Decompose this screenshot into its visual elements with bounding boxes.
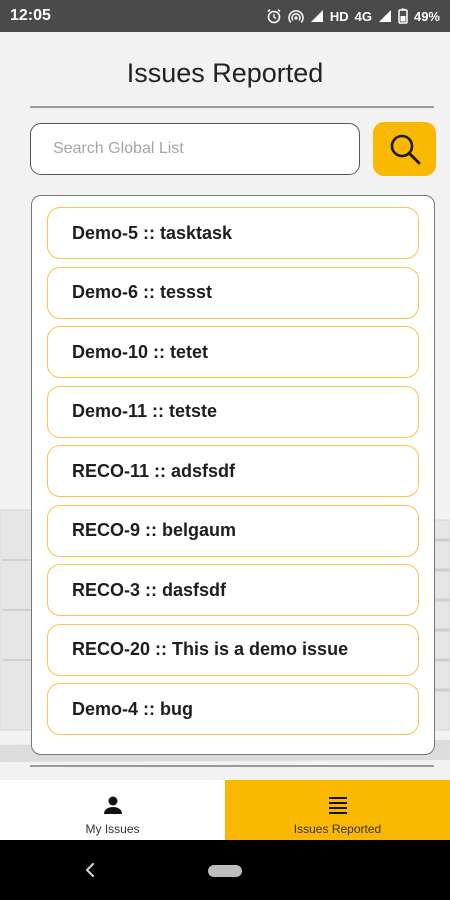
search-input[interactable] [30, 123, 360, 175]
issue-item[interactable]: Demo-4 :: bug [47, 683, 419, 735]
issues-panel: Demo-5 :: tasktask Demo-6 :: tessst Demo… [31, 195, 435, 755]
issue-item[interactable]: Demo-6 :: tessst [47, 266, 419, 319]
tab-my-issues-label: My Issues [85, 822, 140, 836]
tab-issues-reported-label: Issues Reported [293, 822, 382, 836]
issue-item[interactable]: Demo-5 :: tasktask [47, 207, 419, 259]
signal-icon-2 [378, 10, 391, 22]
hotspot-icon [288, 10, 304, 24]
battery-icon [398, 8, 408, 24]
search-icon [390, 134, 420, 165]
bottom-divider [30, 765, 434, 767]
issue-item[interactable]: RECO-11 :: adsfsdf [47, 445, 419, 497]
network-label: HD [329, 8, 349, 24]
bottom-nav: My Issues Issues Reported [0, 780, 450, 840]
back-icon [85, 862, 95, 878]
network-type-label: 4G [354, 8, 372, 24]
issue-item[interactable]: RECO-9 :: belgaum [47, 504, 419, 557]
signal-icon [310, 10, 323, 22]
status-bar: 12:05 HD 4G 49% [0, 0, 450, 32]
alarm-icon [267, 9, 281, 24]
issue-list[interactable]: Demo-5 :: tasktask Demo-6 :: tessst Demo… [32, 196, 434, 754]
back-button[interactable] [80, 858, 100, 882]
issue-item[interactable]: RECO-20 :: This is a demo issue [47, 623, 419, 676]
person-icon [103, 796, 122, 814]
page-title: Issues Reported [126, 58, 324, 88]
status-icons: HD 4G 49% [266, 8, 440, 24]
issue-item[interactable]: Demo-11 :: tetste [47, 385, 419, 438]
list-icon [328, 797, 347, 814]
issue-item[interactable]: RECO-3 :: dasfsdf [47, 564, 419, 616]
home-button[interactable] [208, 865, 242, 877]
battery-level: 49% [413, 8, 440, 24]
status-time: 12:05 [10, 7, 51, 24]
search-button[interactable] [373, 122, 436, 176]
title-divider [30, 106, 434, 108]
tab-my-issues[interactable]: My Issues [0, 780, 225, 840]
system-nav-bar [0, 840, 450, 900]
issue-item[interactable]: Demo-10 :: tetet [47, 326, 419, 378]
tab-issues-reported[interactable]: Issues Reported [225, 780, 450, 840]
